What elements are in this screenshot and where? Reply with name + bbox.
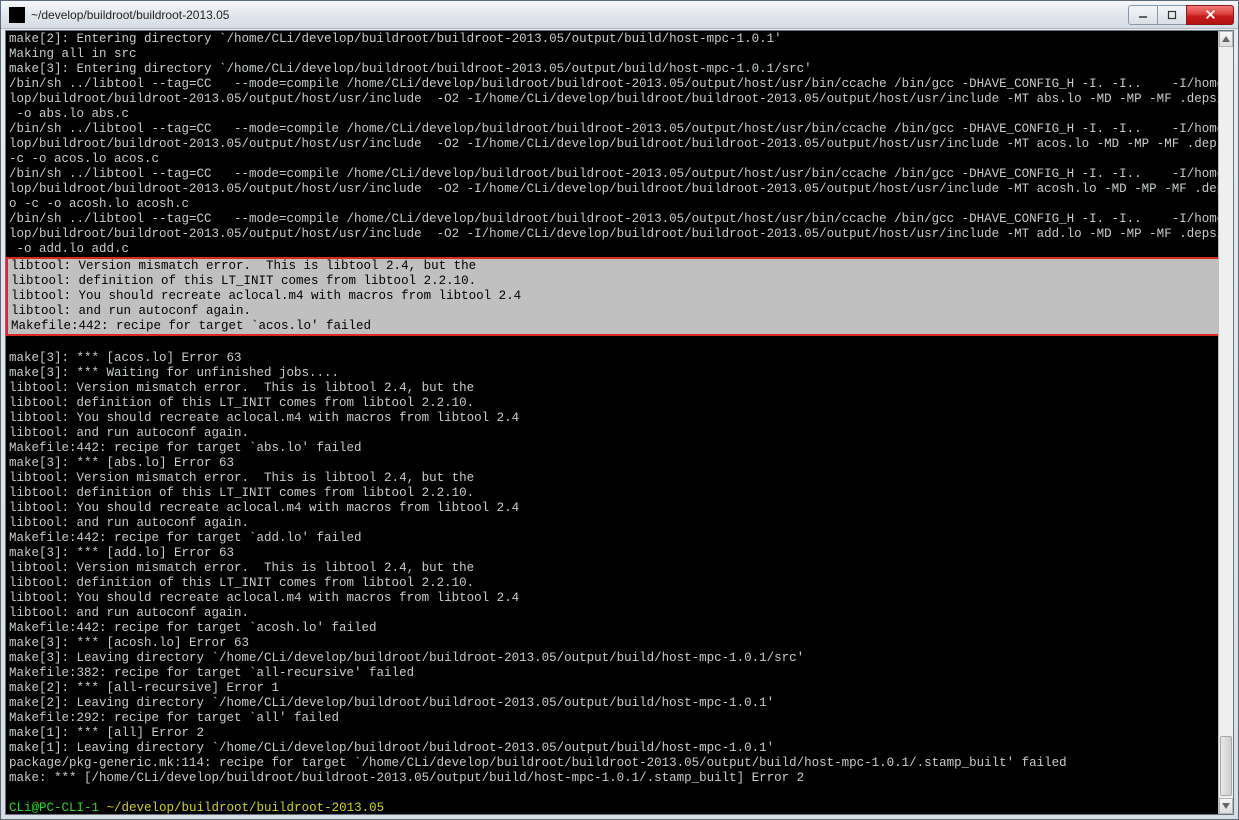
terminal-content[interactable]: make[2]: Entering directory `/home/CLi/d… bbox=[6, 31, 1218, 814]
close-icon bbox=[1205, 9, 1216, 20]
terminal-window: ~/develop/buildroot/buildroot-2013.05 ma… bbox=[0, 0, 1239, 820]
close-button[interactable] bbox=[1186, 5, 1234, 25]
window-title: ~/develop/buildroot/buildroot-2013.05 bbox=[31, 8, 1129, 22]
scrollbar-thumb[interactable] bbox=[1220, 736, 1232, 796]
prompt-user: CLi@PC-CLI-1 bbox=[9, 801, 107, 814]
scroll-up-button[interactable] bbox=[1219, 31, 1233, 47]
scrollbar[interactable] bbox=[1218, 31, 1233, 814]
maximize-button[interactable] bbox=[1157, 5, 1187, 25]
scroll-down-button[interactable] bbox=[1219, 798, 1233, 814]
minimize-icon bbox=[1138, 10, 1148, 20]
maximize-icon bbox=[1167, 10, 1177, 20]
minimize-button[interactable] bbox=[1128, 5, 1158, 25]
scrollbar-track[interactable] bbox=[1219, 47, 1233, 798]
titlebar[interactable]: ~/develop/buildroot/buildroot-2013.05 bbox=[1, 1, 1238, 29]
chevron-up-icon bbox=[1222, 36, 1230, 42]
terminal-viewport: make[2]: Entering directory `/home/CLi/d… bbox=[5, 30, 1234, 815]
app-icon bbox=[9, 7, 25, 23]
window-controls bbox=[1129, 5, 1234, 25]
prompt-path: ~/develop/buildroot/buildroot-2013.05 bbox=[107, 801, 385, 814]
chevron-down-icon bbox=[1222, 803, 1230, 809]
